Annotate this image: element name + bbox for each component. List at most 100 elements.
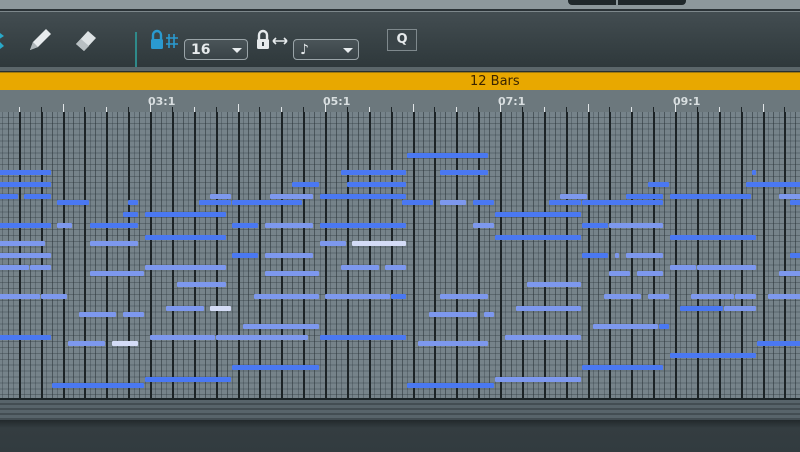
- midi-note[interactable]: [0, 241, 46, 246]
- midi-note[interactable]: [778, 270, 800, 276]
- midi-note[interactable]: [232, 252, 259, 258]
- top-tab[interactable]: [568, 0, 686, 5]
- midi-note[interactable]: [292, 182, 319, 187]
- piano-roll-grid[interactable]: [0, 112, 800, 398]
- midi-note[interactable]: [0, 252, 51, 258]
- midi-note[interactable]: [582, 252, 609, 258]
- midi-note[interactable]: [29, 264, 51, 270]
- midi-note[interactable]: [428, 311, 478, 317]
- midi-note[interactable]: [111, 341, 139, 347]
- midi-note[interactable]: [669, 193, 751, 199]
- midi-note[interactable]: [264, 252, 314, 258]
- midi-note[interactable]: [232, 364, 319, 370]
- midi-note[interactable]: [0, 170, 51, 176]
- midi-note[interactable]: [516, 305, 582, 311]
- midi-note[interactable]: [57, 199, 89, 205]
- midi-note[interactable]: [89, 241, 139, 246]
- midi-note[interactable]: [669, 235, 757, 241]
- midi-note[interactable]: [215, 335, 308, 341]
- midi-note[interactable]: [614, 252, 620, 258]
- midi-note[interactable]: [341, 170, 407, 176]
- midi-note[interactable]: [177, 282, 226, 288]
- midi-note[interactable]: [0, 223, 51, 229]
- midi-note[interactable]: [319, 193, 407, 199]
- midi-note[interactable]: [647, 294, 669, 300]
- midi-note[interactable]: [385, 264, 407, 270]
- midi-note[interactable]: [319, 241, 346, 246]
- midi-note[interactable]: [494, 376, 582, 382]
- midi-note[interactable]: [270, 193, 314, 199]
- timeline-ruler[interactable]: 03:1 05:1 07:1 09:1: [0, 90, 800, 113]
- midi-note[interactable]: [680, 305, 724, 311]
- midi-note[interactable]: [669, 353, 757, 359]
- midi-note[interactable]: [789, 199, 800, 205]
- midi-note[interactable]: [407, 382, 494, 388]
- midi-note[interactable]: [264, 270, 319, 276]
- midi-note[interactable]: [582, 364, 664, 370]
- midi-note[interactable]: [144, 264, 226, 270]
- midi-note[interactable]: [144, 376, 232, 382]
- midi-note[interactable]: [778, 193, 800, 199]
- midi-note[interactable]: [89, 270, 144, 276]
- midi-note[interactable]: [144, 235, 226, 241]
- midi-note[interactable]: [0, 335, 51, 341]
- midi-note[interactable]: [735, 294, 757, 300]
- midi-note[interactable]: [472, 223, 494, 229]
- midi-note[interactable]: [51, 382, 144, 388]
- midi-note[interactable]: [346, 182, 407, 187]
- midi-note[interactable]: [0, 294, 40, 300]
- midi-note[interactable]: [210, 305, 232, 311]
- midi-note[interactable]: [609, 270, 631, 276]
- eraser-icon[interactable]: [72, 26, 100, 54]
- midi-note[interactable]: [232, 199, 303, 205]
- midi-note[interactable]: [144, 211, 226, 217]
- midi-note[interactable]: [696, 264, 757, 270]
- midi-note[interactable]: [724, 305, 757, 311]
- midi-note[interactable]: [57, 223, 73, 229]
- midi-note[interactable]: [210, 193, 232, 199]
- midi-note[interactable]: [636, 270, 664, 276]
- midi-note[interactable]: [401, 199, 434, 205]
- midi-note[interactable]: [592, 323, 658, 329]
- midi-note[interactable]: [199, 199, 232, 205]
- midi-note[interactable]: [78, 311, 117, 317]
- midi-note[interactable]: [67, 341, 106, 347]
- midi-note[interactable]: [549, 199, 582, 205]
- lock-grid-icon[interactable]: [149, 29, 165, 51]
- midi-note[interactable]: [647, 182, 669, 187]
- midi-note[interactable]: [472, 199, 494, 205]
- midi-note[interactable]: [0, 182, 51, 187]
- midi-note[interactable]: [341, 264, 379, 270]
- midi-note[interactable]: [24, 193, 51, 199]
- midi-note[interactable]: [483, 311, 494, 317]
- midi-note[interactable]: [560, 193, 587, 199]
- midi-note[interactable]: [0, 193, 18, 199]
- midi-note[interactable]: [122, 311, 144, 317]
- midi-note[interactable]: [658, 323, 669, 329]
- pencil-icon[interactable]: [26, 26, 54, 54]
- midi-note[interactable]: [122, 211, 139, 217]
- midi-note[interactable]: [0, 264, 29, 270]
- midi-note[interactable]: [609, 223, 664, 229]
- midi-note[interactable]: [439, 170, 489, 176]
- midi-note[interactable]: [232, 223, 259, 229]
- midi-note[interactable]: [325, 294, 390, 300]
- midi-note[interactable]: [89, 223, 139, 229]
- lock-length-icon[interactable]: [255, 29, 271, 51]
- quantize-button[interactable]: Q: [387, 29, 417, 51]
- midi-note[interactable]: [439, 294, 489, 300]
- midi-note[interactable]: [319, 335, 407, 341]
- midi-note[interactable]: [582, 199, 664, 205]
- midi-note[interactable]: [390, 294, 407, 300]
- midi-note[interactable]: [767, 294, 800, 300]
- midi-note[interactable]: [494, 211, 582, 217]
- midi-note[interactable]: [582, 223, 609, 229]
- midi-note[interactable]: [319, 223, 407, 229]
- select-icon[interactable]: [0, 28, 10, 54]
- midi-note[interactable]: [505, 335, 582, 341]
- midi-note[interactable]: [352, 241, 407, 246]
- midi-note[interactable]: [40, 294, 67, 300]
- midi-note[interactable]: [417, 341, 489, 347]
- midi-note[interactable]: [603, 294, 642, 300]
- note-length-dropdown[interactable]: ♪: [293, 39, 359, 60]
